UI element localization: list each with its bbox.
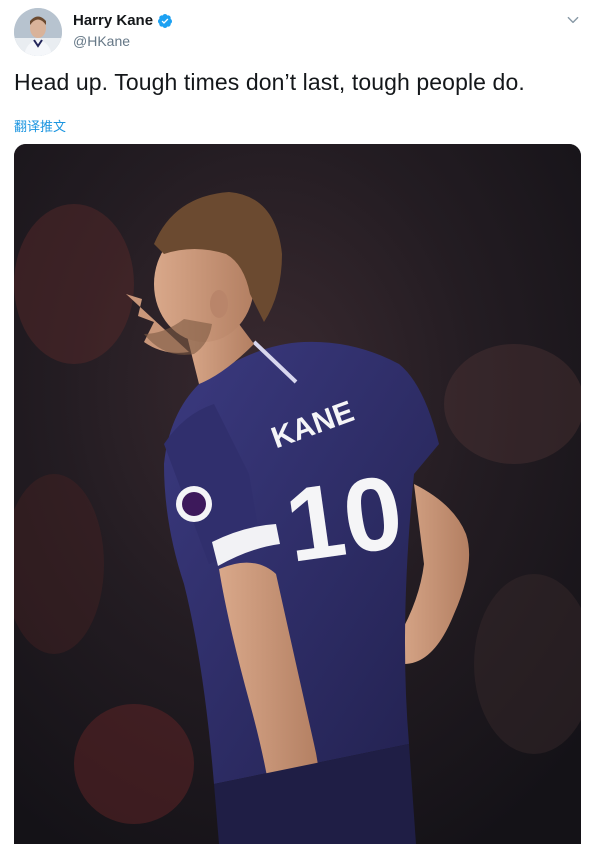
- tweet-text: Head up. Tough times don’t last, tough p…: [14, 69, 525, 95]
- jersey-number: 10: [279, 454, 410, 585]
- author-handle[interactable]: @HKane: [73, 33, 130, 49]
- tweet: Harry Kane @HKane Head up. Tough times d…: [0, 0, 595, 844]
- tweet-menu-button[interactable]: [565, 12, 581, 28]
- chevron-down-icon: [567, 16, 579, 24]
- display-name[interactable]: Harry Kane: [73, 12, 153, 29]
- verified-badge-icon: [157, 13, 173, 29]
- avatar-photo: [14, 8, 62, 56]
- player-photo: KANE 10: [14, 144, 581, 844]
- avatar[interactable]: [14, 8, 62, 56]
- translate-tweet-link[interactable]: 翻译推文: [14, 116, 66, 135]
- tweet-photo[interactable]: KANE 10: [14, 144, 581, 844]
- author-name-row[interactable]: Harry Kane: [73, 12, 173, 29]
